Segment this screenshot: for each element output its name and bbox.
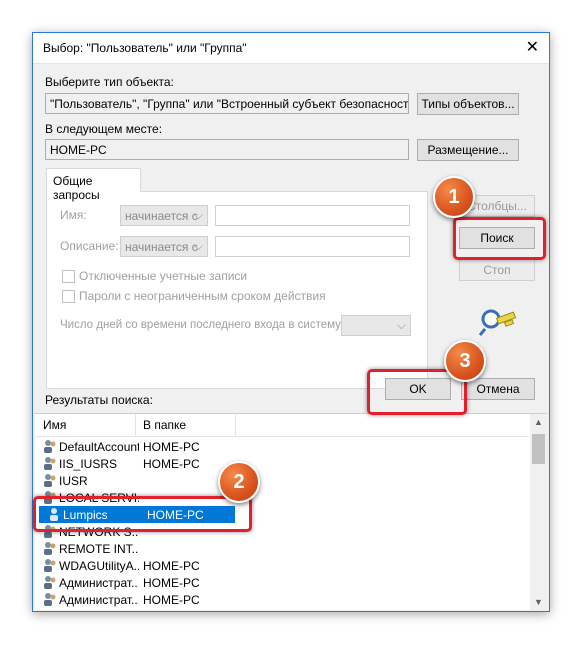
scroll-up-icon[interactable]: ▲ (534, 417, 543, 427)
item-folder: HOME-PC (143, 440, 200, 454)
list-item[interactable]: IIS_IUSRS HOME-PC (35, 455, 529, 472)
results-scrollbar[interactable]: ▲ ▼ (530, 414, 547, 610)
list-item[interactable]: WDAGUtilityA... HOME-PC (35, 557, 529, 574)
item-name: Администрат... (59, 593, 139, 607)
list-item[interactable]: Администрат... HOME-PC (35, 574, 529, 591)
name-mode-select[interactable]: начинается с ⌵ (120, 205, 208, 226)
search-button-highlight (453, 217, 546, 260)
object-type-label: Выберите тип объекта: (45, 75, 174, 89)
list-item[interactable]: REMOTE INT... (35, 540, 529, 557)
description-label: Описание: (60, 239, 119, 253)
step-2-badge: 2 (218, 461, 260, 503)
title-bar: Выбор: "Пользователь" или "Группа" ✕ (33, 33, 549, 64)
step-3-badge: 3 (444, 340, 486, 382)
common-queries-panel: Имя: начинается с ⌵ Описание: начинается… (46, 191, 428, 389)
chevron-down-icon: ⌵ (193, 239, 203, 253)
disabled-accounts-label: Отключенные учетные записи (79, 269, 248, 283)
step-1-badge: 1 (433, 176, 475, 218)
chevron-down-icon: ⌵ (396, 318, 406, 332)
locations-button[interactable]: Размещение... (417, 139, 519, 161)
location-field: HOME-PC (45, 139, 409, 160)
results-header: Имя В папке (35, 414, 529, 437)
object-types-button[interactable]: Типы объектов... (417, 93, 519, 115)
column-divider[interactable] (135, 414, 136, 436)
item-folder: HOME-PC (143, 457, 200, 471)
scroll-thumb[interactable] (532, 434, 545, 464)
item-folder: HOME-PC (143, 576, 200, 590)
item-name: IIS_IUSRS (59, 457, 118, 471)
item-name: IUSR (59, 474, 88, 488)
description-mode-select[interactable]: начинается с ⌵ (120, 236, 208, 257)
user-group-icon (43, 473, 57, 490)
search-results-label: Результаты поиска: (45, 393, 153, 407)
item-name: DefaultAccount (59, 440, 139, 454)
user-group-icon (43, 439, 57, 456)
name-mode-value: начинается с (125, 209, 198, 223)
selected-user-highlight (33, 496, 252, 532)
user-group-icon (43, 575, 57, 592)
column-header-name[interactable]: Имя (43, 418, 66, 432)
scroll-down-icon[interactable]: ▼ (534, 597, 543, 607)
name-input[interactable] (215, 205, 410, 226)
close-icon[interactable]: ✕ (526, 37, 539, 57)
item-name: Администрат... (59, 576, 139, 590)
user-group-icon (43, 592, 57, 609)
column-divider[interactable] (235, 414, 236, 436)
item-folder: HOME-PC (143, 559, 200, 573)
user-group-icon (43, 456, 57, 473)
list-item[interactable]: DefaultAccount HOME-PC (35, 438, 529, 455)
disabled-accounts-checkbox[interactable] (62, 270, 75, 283)
no-expire-label: Пароли с неограниченным сроком действия (79, 289, 326, 303)
column-header-folder[interactable]: В папке (143, 418, 186, 432)
tab-common-queries[interactable]: Общие запросы (46, 168, 141, 202)
days-since-login-label: Число дней со времени последнего входа в… (60, 319, 345, 331)
name-label: Имя: (60, 208, 87, 222)
description-mode-value: начинается с (125, 240, 198, 254)
user-group-icon (43, 558, 57, 575)
object-type-field: "Пользователь", "Группа" или "Встроенный… (45, 93, 409, 114)
chevron-down-icon: ⌵ (193, 208, 203, 222)
cancel-button[interactable]: Отмена (461, 378, 535, 400)
stop-button[interactable]: Стоп (459, 259, 535, 281)
user-group-icon (43, 541, 57, 558)
search-key-icon (478, 303, 519, 337)
window-title: Выбор: "Пользователь" или "Группа" (43, 41, 247, 55)
item-folder: HOME-PC (143, 593, 200, 607)
description-input[interactable] (215, 236, 410, 257)
list-item[interactable]: IUSR (35, 472, 529, 489)
no-expire-checkbox[interactable] (62, 290, 75, 303)
item-name: REMOTE INT... (59, 542, 139, 556)
list-item[interactable]: Администрат... HOME-PC (35, 591, 529, 608)
days-since-login-select[interactable]: ⌵ (341, 315, 411, 336)
location-label: В следующем месте: (45, 122, 163, 136)
item-name: WDAGUtilityA... (59, 559, 139, 573)
